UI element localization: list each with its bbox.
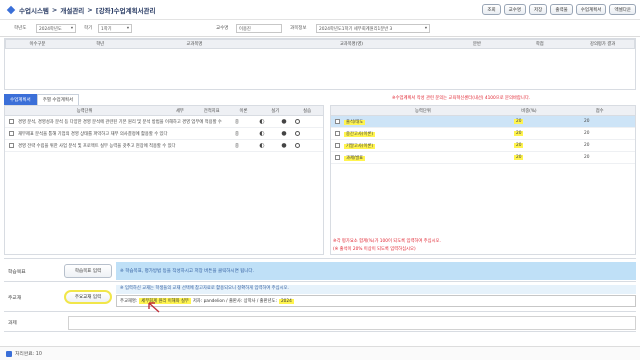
course-grid-header: 이수구분 학년 교과목명 교과목명(영) 분반 학점 강의평가 결과 — [5, 39, 635, 49]
row-checkbox[interactable] — [335, 119, 340, 124]
course-grid: 이수구분 학년 교과목명 교과목명(영) 분반 학점 강의평가 결과 — [4, 38, 636, 90]
top-bar: 수업시스템 > 개설관리 > [강좌]수업계획서관리 조회 교수명 저장 출력물… — [0, 0, 640, 20]
tab-bar: 수업계획서 주별 수업계획서 — [4, 94, 80, 105]
radio-dot[interactable] — [295, 143, 300, 148]
textbook-label: 주교재 — [8, 296, 22, 301]
status-bar: 처리완료: 10 — [0, 346, 640, 360]
term-select[interactable]: 1학기 ▾ — [98, 24, 132, 33]
page-title: [강좌]수업계획서관리 — [95, 7, 156, 15]
breadcrumb-system[interactable]: 수업시스템 — [19, 5, 49, 15]
filter-bar: 학년도 2024학년도 ▾ 학기 1학기 ▾ 교수명 이용진 과목정보 2024학년… — [0, 20, 640, 37]
row-checkbox[interactable] — [335, 131, 340, 136]
table-row[interactable]: 중간고사(이론) 20 20 — [331, 128, 635, 140]
table-row[interactable]: 과제/발표 20 20 — [331, 152, 635, 164]
save-button[interactable]: 저장 — [529, 4, 548, 15]
row-checkbox[interactable] — [9, 131, 14, 136]
professor-field[interactable]: 이용진 — [236, 24, 282, 33]
table-row[interactable]: 재무제표 분석을 통해 기업의 경영 상태를 파악하고 재무 의사결정에 활용할… — [5, 128, 323, 140]
attendance-notice: (※ 출석이 20% 이상이 되도록 입력하십시오) — [333, 247, 416, 252]
breadcrumb: 수업시스템 > 개설관리 > [강좌]수업계획서관리 — [6, 5, 156, 15]
year-select[interactable]: 2024학년도 ▾ — [36, 24, 76, 33]
objective-label: 학습목표 — [8, 270, 26, 275]
professor-button[interactable]: 교수명 — [503, 4, 527, 15]
year-label: 학년도 — [14, 26, 27, 31]
chevron-down-icon: ▾ — [70, 26, 73, 31]
print-button[interactable]: 출력물 — [550, 4, 573, 15]
textbook-section: 주교재 주요교재 입력 ※ 입력하신 교재는 학생들의 교재 선택에 참고자료로… — [4, 284, 636, 313]
radio-dot[interactable] — [295, 119, 300, 124]
row-checkbox[interactable] — [9, 119, 14, 124]
textbook-note: ※ 입력하신 교재는 학생들의 교재 선택에 참고자료로 활용되오니 정확하게 … — [116, 285, 636, 294]
assignment-section: 과제 — [4, 314, 636, 332]
chevron-down-icon: ▾ — [126, 26, 129, 31]
radio-dot[interactable] — [295, 131, 300, 136]
chevron-down-icon: ▾ — [424, 26, 427, 31]
objective-info-bar: ※ 학습목표, 평가방법 등을 작성하시고 저장 버튼을 클릭하시면 됩니다. — [116, 262, 636, 280]
mouse-cursor-icon — [148, 302, 160, 313]
table-row[interactable]: 경영 분석, 경영성과 분석 등 다양한 경영 분석에 관련된 기본 원리 및 … — [5, 116, 323, 128]
table-row[interactable]: 경영 전략 수립을 위한 사업 분석 및 프로젝트 실무 능력을 갖추고 현장에… — [5, 140, 323, 152]
breadcrumb-open[interactable]: 개설관리 — [60, 5, 84, 15]
row-checkbox[interactable] — [335, 143, 340, 148]
course-label: 과목정보 — [290, 26, 307, 31]
weight-notice: ※각 평가요소 합계(%)가 100이 되도록 입력하여 주십시오. — [333, 239, 441, 244]
status-text: 처리완료: 10 — [15, 352, 42, 357]
term-label: 학기 — [84, 26, 93, 31]
competency-panel: 능력단위 세부 전적지표 이론 실기 실습 경영 분석, 경영성과 분석 등 다… — [4, 105, 324, 255]
textbook-input-button[interactable]: 주요교재 입력 — [64, 290, 112, 304]
objective-input-button[interactable]: 학습목표 입력 — [64, 264, 112, 278]
evaluation-header: 능력단위 비중(%) 점수 — [331, 106, 635, 116]
tab-weekly[interactable]: 주별 수업계획서 — [36, 94, 80, 105]
professor-label: 교수명 — [216, 26, 229, 31]
textbook-textarea[interactable]: 주교재명: 세무회계 원리 이해와 실무 저자: pandelion / 출판사… — [116, 295, 636, 307]
objective-section: 학습목표 학습목표 입력 ※ 학습목표, 평가방법 등을 작성하시고 저장 버튼… — [4, 258, 636, 282]
table-row[interactable]: 기말고사(이론) 20 20 — [331, 140, 635, 152]
row-checkbox[interactable] — [335, 155, 340, 160]
search-button[interactable]: 조회 — [482, 4, 501, 15]
table-row[interactable]: 출석/태도 20 20 — [331, 116, 635, 128]
info-icon — [6, 350, 12, 357]
competency-header: 능력단위 세부 전적지표 이론 실기 실습 — [5, 106, 323, 116]
notice-text: ※수업계획서 작성 관련 문의는 교육혁신센터(내선) 4100으로 문의바랍니… — [392, 96, 531, 101]
tab-plan[interactable]: 수업계획서 — [4, 94, 37, 105]
assignment-label: 과제 — [8, 321, 17, 326]
row-checkbox[interactable] — [9, 143, 14, 148]
course-select[interactable]: 2024학년도1학기 세무회계원리1분반 3 ▾ — [316, 24, 430, 33]
evaluation-panel: 능력단위 비중(%) 점수 출석/태도 20 20 중간고사(이론) 20 20… — [330, 105, 636, 255]
plan-button[interactable]: 수업계획서 — [575, 4, 607, 15]
assignment-field[interactable] — [68, 316, 636, 330]
home-icon[interactable] — [6, 5, 16, 15]
excel-button[interactable]: 엑셀다운 — [609, 4, 636, 15]
